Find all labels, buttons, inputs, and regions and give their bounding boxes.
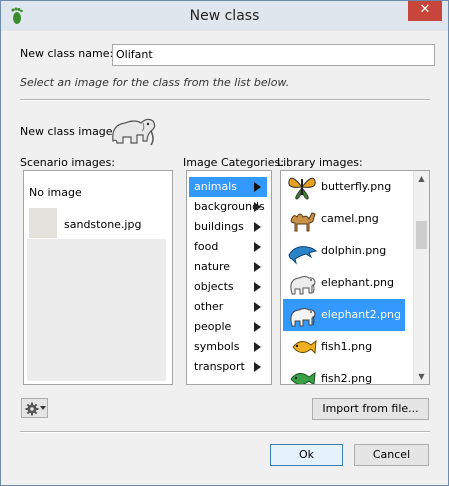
category-people[interactable]: people [189,317,267,337]
submenu-arrow-icon [254,182,261,192]
chevron-down-icon [40,406,46,410]
category-backgrounds[interactable]: backgrounds [189,197,267,217]
category-label: symbols [194,340,240,353]
image-categories-label: Image Categories: [183,156,284,169]
class-name-label: New class name: [20,47,114,60]
category-label: transport [194,360,245,373]
category-other[interactable]: other [189,297,267,317]
category-label: other [194,300,224,313]
library-item-label: camel.png [321,212,379,225]
library-item-dolphin[interactable]: dolphin.png [283,235,405,267]
category-label: animals [194,180,238,193]
category-label: nature [194,260,231,273]
close-icon: ✕ [419,2,431,17]
library-images-list[interactable]: butterfly.png camel.png dolphin.png elep… [280,170,430,385]
image-categories-list[interactable]: animals backgrounds buildings food natur… [186,170,272,385]
class-image-label: New class image: [20,125,117,138]
submenu-arrow-icon [254,262,261,272]
category-animals[interactable]: animals [189,177,267,197]
new-class-dialog: New class ✕ New class name: Olifant Sele… [0,0,449,486]
camel-icon [290,212,316,232]
window-title: New class [189,8,260,24]
elephant2-icon [290,308,316,327]
separator-bottom [20,431,430,433]
category-transport[interactable]: transport [189,357,267,377]
class-image-preview [112,118,156,146]
category-label: objects [194,280,234,293]
instruction-text: Select an image for the class from the l… [20,76,290,89]
submenu-arrow-icon [254,282,261,292]
sandstone-thumbnail [29,208,57,238]
library-item-elephant[interactable]: elephant.png [283,267,405,299]
scenario-images-label: Scenario images: [20,156,116,169]
fish1-icon [292,339,317,355]
submenu-arrow-icon [254,362,261,372]
dolphin-icon [288,246,317,265]
library-item-label: butterfly.png [321,180,392,193]
submenu-arrow-icon [254,242,261,252]
elephant-icon [290,276,316,295]
category-food[interactable]: food [189,237,267,257]
library-item-fish2[interactable]: fish2.png [283,363,405,385]
ok-button[interactable]: Ok [270,444,343,466]
gear-icon [25,402,39,416]
scenario-item-sandstone[interactable]: sandstone.jpg [64,218,141,231]
category-label: people [194,320,232,333]
library-item-elephant2[interactable]: elephant2.png [283,299,405,331]
library-item-label: dolphin.png [321,244,387,257]
scenario-empty-area [27,239,166,381]
library-item-camel[interactable]: camel.png [283,203,405,235]
category-buildings[interactable]: buildings [189,217,267,237]
cancel-button[interactable]: Cancel [354,444,429,466]
submenu-arrow-icon [254,222,261,232]
library-item-label: elephant2.png [321,308,402,321]
category-nature[interactable]: nature [189,257,267,277]
library-scrollbar[interactable]: ▲ ▼ [413,171,429,384]
submenu-arrow-icon [254,302,261,312]
class-name-input[interactable]: Olifant [112,44,435,66]
submenu-arrow-icon [254,202,261,212]
close-button[interactable]: ✕ [408,1,442,21]
category-label: food [194,240,219,253]
library-item-fish1[interactable]: fish1.png [283,331,405,363]
submenu-arrow-icon [254,342,261,352]
library-images-label: Library images: [277,156,363,169]
gear-menu-button[interactable] [21,398,48,418]
category-label: buildings [194,220,244,233]
library-item-label: elephant.png [321,276,395,289]
scenario-item-no-image[interactable]: No image [29,186,82,199]
import-from-file-button[interactable]: Import from file... [312,398,429,420]
library-item-label: fish1.png [321,340,373,353]
scroll-down-icon[interactable]: ▼ [414,369,429,384]
library-item-label: fish2.png [321,372,373,385]
butterfly-icon [288,177,316,200]
submenu-arrow-icon [254,322,261,332]
title-bar[interactable]: New class ✕ [1,1,448,31]
scroll-up-icon[interactable]: ▲ [414,171,429,186]
category-objects[interactable]: objects [189,277,267,297]
separator-top [20,99,430,101]
category-symbols[interactable]: symbols [189,337,267,357]
scrollbar-thumb[interactable] [416,221,427,249]
fish2-icon [290,372,316,384]
scenario-images-list[interactable]: No image sandstone.jpg [23,170,173,385]
library-item-butterfly[interactable]: butterfly.png [283,171,405,203]
